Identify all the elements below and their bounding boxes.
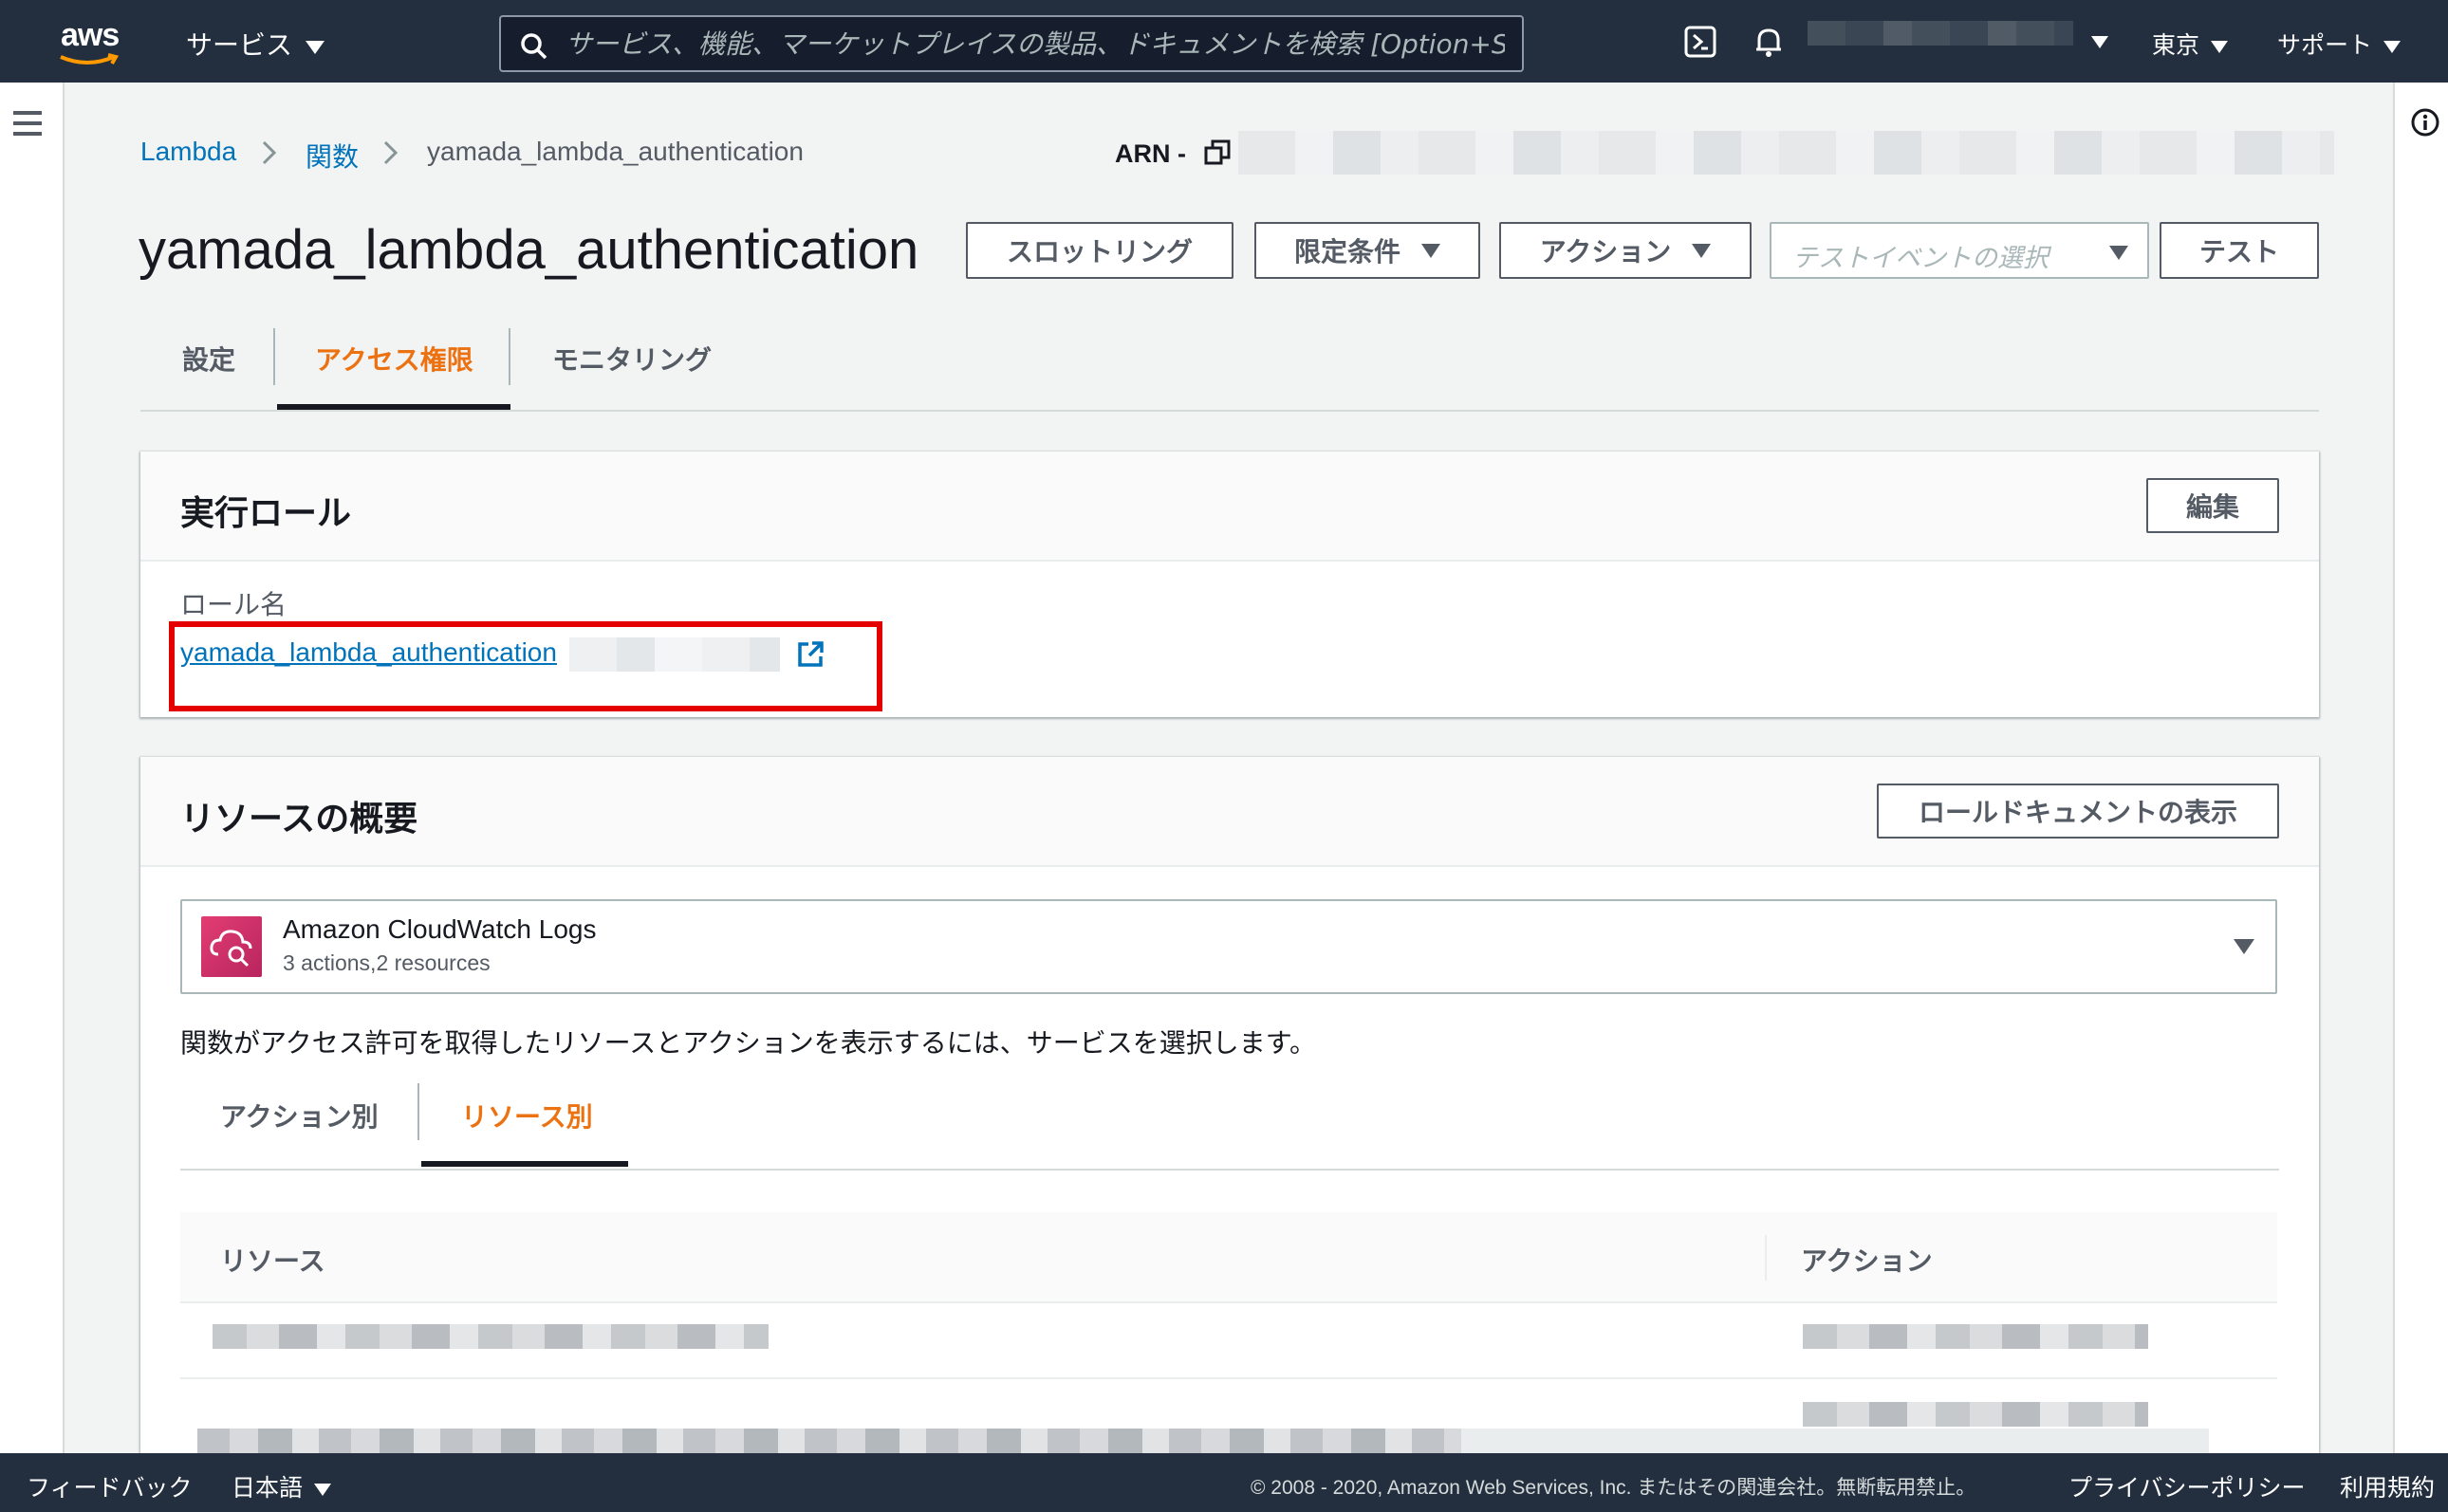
feedback-link[interactable]: フィードバック [27,1469,193,1503]
language-selector[interactable]: 日本語 [232,1469,332,1503]
aws-logo[interactable]: aws [57,17,125,66]
action-cell-redacted [1803,1324,2148,1349]
highlight-annotation-box [169,621,882,711]
tab-settings[interactable]: 設定 [182,340,235,378]
search-input[interactable] [566,25,1505,63]
column-divider [1765,1235,1767,1281]
horizontal-scrollbar[interactable] [197,1429,2209,1453]
info-icon[interactable] [2410,107,2440,138]
tab-divider [417,1083,419,1140]
throttle-button[interactable]: スロットリング [966,222,1233,279]
actions-dropdown[interactable]: アクション [1499,222,1752,279]
aws-smile-icon [60,53,120,65]
right-help-rail [2393,83,2448,1453]
chevron-down-icon [2234,939,2254,954]
qualifiers-label: 限定条件 [1293,236,1400,267]
test-event-select[interactable]: テストイベントの選択 [1770,222,2149,279]
panel-header: リソースの概要 ロールドキュメントの表示 [140,757,2319,867]
account-chevron-icon[interactable] [2091,36,2108,48]
function-tabs: 設定 アクセス権限 モニタリング [140,323,2319,412]
test-label: テスト [2198,236,2279,267]
chevron-down-icon [1692,243,1712,258]
action-cell-redacted [1803,1402,2148,1427]
resource-table-header: リソース アクション [180,1212,2277,1303]
aws-logo-text: aws [61,17,120,53]
service-summary: 3 actions,2 resources [283,950,491,975]
view-role-document-label: ロールドキュメントの表示 [1918,797,2237,828]
column-header-resource: リソース [220,1245,325,1277]
chevron-right-icon [262,140,277,165]
arn-label: ARN - [1115,139,1186,168]
service-hint-text: 関数がアクセス許可を取得したリソースとアクションを表示するには、サービスを選択し… [180,1028,1317,1058]
footer: フィードバック 日本語 © 2008 - 2020, Amazon Web Se… [0,1453,2448,1512]
language-label: 日本語 [232,1475,304,1502]
view-role-document-button[interactable]: ロールドキュメントの表示 [1877,784,2279,839]
column-header-action: アクション [1801,1245,1933,1277]
active-tab-indicator [277,404,510,410]
tab-divider [509,328,510,385]
account-menu[interactable] [1808,21,2073,46]
chevron-down-icon [2211,40,2229,53]
region-menu[interactable]: 東京 [2152,27,2229,61]
breadcrumb-current: yamada_lambda_authentication [427,137,804,166]
tab-monitoring[interactable]: モニタリング [552,340,712,378]
actions-label: アクション [1539,236,1672,267]
test-button[interactable]: テスト [2160,222,2319,279]
chevron-down-icon [306,40,325,54]
chevron-down-icon [314,1483,332,1496]
qualifiers-dropdown[interactable]: 限定条件 [1254,222,1480,279]
scrollbar-thumb[interactable] [197,1429,1461,1453]
arn-value-redacted [1238,131,2334,175]
chevron-down-icon [2109,246,2128,260]
tab-by-action[interactable]: アクション別 [220,1097,379,1134]
service-name: Amazon CloudWatch Logs [283,914,597,944]
copy-icon[interactable] [1203,138,1232,167]
tab-permissions[interactable]: アクセス権限 [315,340,473,378]
search-box[interactable] [499,15,1524,72]
resource-summary-title: リソースの概要 [180,800,418,839]
resource-cell-redacted [213,1324,769,1349]
chevron-right-icon [383,140,399,165]
service-select[interactable]: Amazon CloudWatch Logs 3 actions,2 resou… [180,899,2277,994]
copyright-text: © 2008 - 2020, Amazon Web Services, Inc.… [1251,1477,1976,1499]
active-tab-indicator [421,1161,628,1167]
services-label: サービス [186,30,293,60]
role-name-label: ロール名 [180,590,287,619]
resource-subtabs: アクション別 リソース別 [180,1079,2279,1171]
edit-button[interactable]: 編集 [2146,478,2279,533]
panel-header: 実行ロール 編集 [140,452,2319,562]
support-label: サポート [2277,32,2373,59]
search-icon [521,33,547,60]
top-navigation: aws サービス 東京 サポート [0,0,2448,83]
test-event-placeholder: テストイベントの選択 [1792,244,2049,273]
chevron-down-icon [2383,40,2402,53]
tab-divider [273,328,275,385]
throttle-label: スロットリング [1006,236,1193,267]
cloudshell-icon[interactable] [1683,25,1717,59]
execution-role-title: 実行ロール [180,494,352,533]
cloudwatch-logs-icon [201,916,262,977]
hamburger-menu-icon[interactable] [13,111,42,142]
terms-link[interactable]: 利用規約 [2340,1469,2435,1503]
row-divider [180,1377,2277,1379]
services-menu[interactable]: サービス [186,25,325,63]
bell-icon[interactable] [1752,25,1786,59]
privacy-policy-link[interactable]: プライバシーポリシー [2068,1469,2306,1503]
tab-by-resource[interactable]: リソース別 [461,1097,593,1134]
breadcrumb-functions[interactable]: 関数 [306,137,359,175]
support-menu[interactable]: サポート [2277,27,2402,61]
resource-summary-panel: リソースの概要 ロールドキュメントの表示 Amazon CloudWatch L… [140,757,2319,1453]
left-navigation-rail [0,83,65,1453]
function-title: yamada_lambda_authentication [139,219,919,281]
breadcrumb-lambda[interactable]: Lambda [140,137,236,167]
edit-label: 編集 [2185,491,2239,523]
chevron-down-icon [1421,243,1440,258]
region-label: 東京 [2152,32,2200,59]
